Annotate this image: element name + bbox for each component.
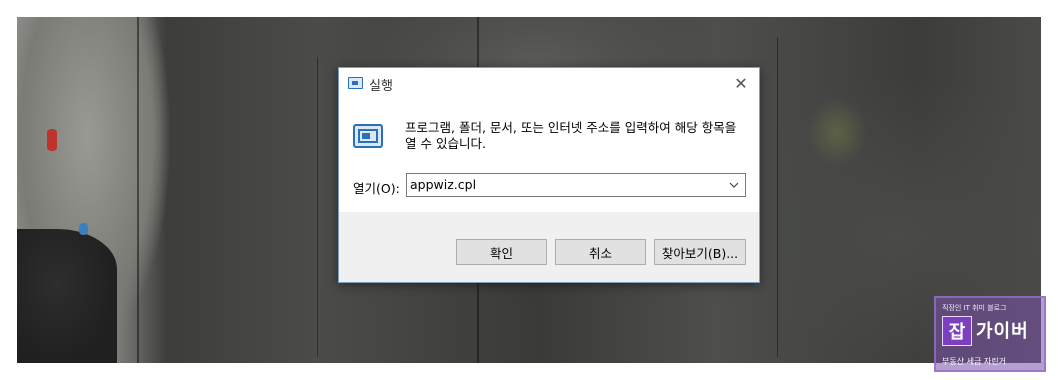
watermark-tagline: 직장인 IT 취미 블로그 bbox=[942, 304, 1007, 312]
close-icon: ✕ bbox=[734, 73, 748, 93]
dialog-content: 프로그램, 폴더, 문서, 또는 인터넷 주소를 입력하여 해당 항목을 열 수… bbox=[339, 100, 759, 212]
run-icon bbox=[348, 77, 363, 89]
open-combobox[interactable]: appwiz.cpl bbox=[406, 173, 746, 197]
wallpaper-rock bbox=[17, 229, 117, 363]
wallpaper-crack bbox=[317, 57, 318, 357]
climber-blue bbox=[79, 223, 88, 235]
climber-red bbox=[47, 129, 57, 151]
wallpaper-crack bbox=[137, 17, 139, 363]
wallpaper-moss bbox=[807, 97, 867, 167]
open-input[interactable]: appwiz.cpl bbox=[410, 177, 476, 192]
dialog-footer: 확인 취소 찾아보기(B)... bbox=[339, 212, 759, 282]
browse-button[interactable]: 찾아보기(B)... bbox=[654, 239, 746, 265]
prompt-text: 프로그램, 폴더, 문서, 또는 인터넷 주소를 입력하여 해당 항목을 열 수… bbox=[405, 120, 737, 151]
run-icon bbox=[353, 124, 383, 148]
cancel-button[interactable]: 취소 bbox=[555, 239, 646, 265]
watermark: 직장인 IT 취미 블로그 잡 가이버 부동산 세금 자린거 bbox=[934, 296, 1046, 372]
close-button[interactable]: ✕ bbox=[723, 68, 759, 98]
watermark-title: 가이버 bbox=[976, 321, 1029, 342]
chevron-down-icon[interactable] bbox=[726, 175, 742, 195]
open-label: 열기(O): bbox=[353, 181, 400, 196]
watermark-logo: 잡 bbox=[942, 316, 972, 346]
watermark-subtitle: 부동산 세금 자린거 bbox=[942, 357, 1006, 366]
dialog-title: 실행 bbox=[369, 79, 393, 94]
title-bar[interactable]: 실행 ✕ bbox=[339, 68, 759, 100]
run-dialog: 실행 ✕ 프로그램, 폴더, 문서, 또는 인터넷 주소를 입력하여 해당 항목… bbox=[338, 67, 760, 283]
wallpaper-crack bbox=[777, 37, 778, 357]
ok-button[interactable]: 확인 bbox=[456, 239, 547, 265]
